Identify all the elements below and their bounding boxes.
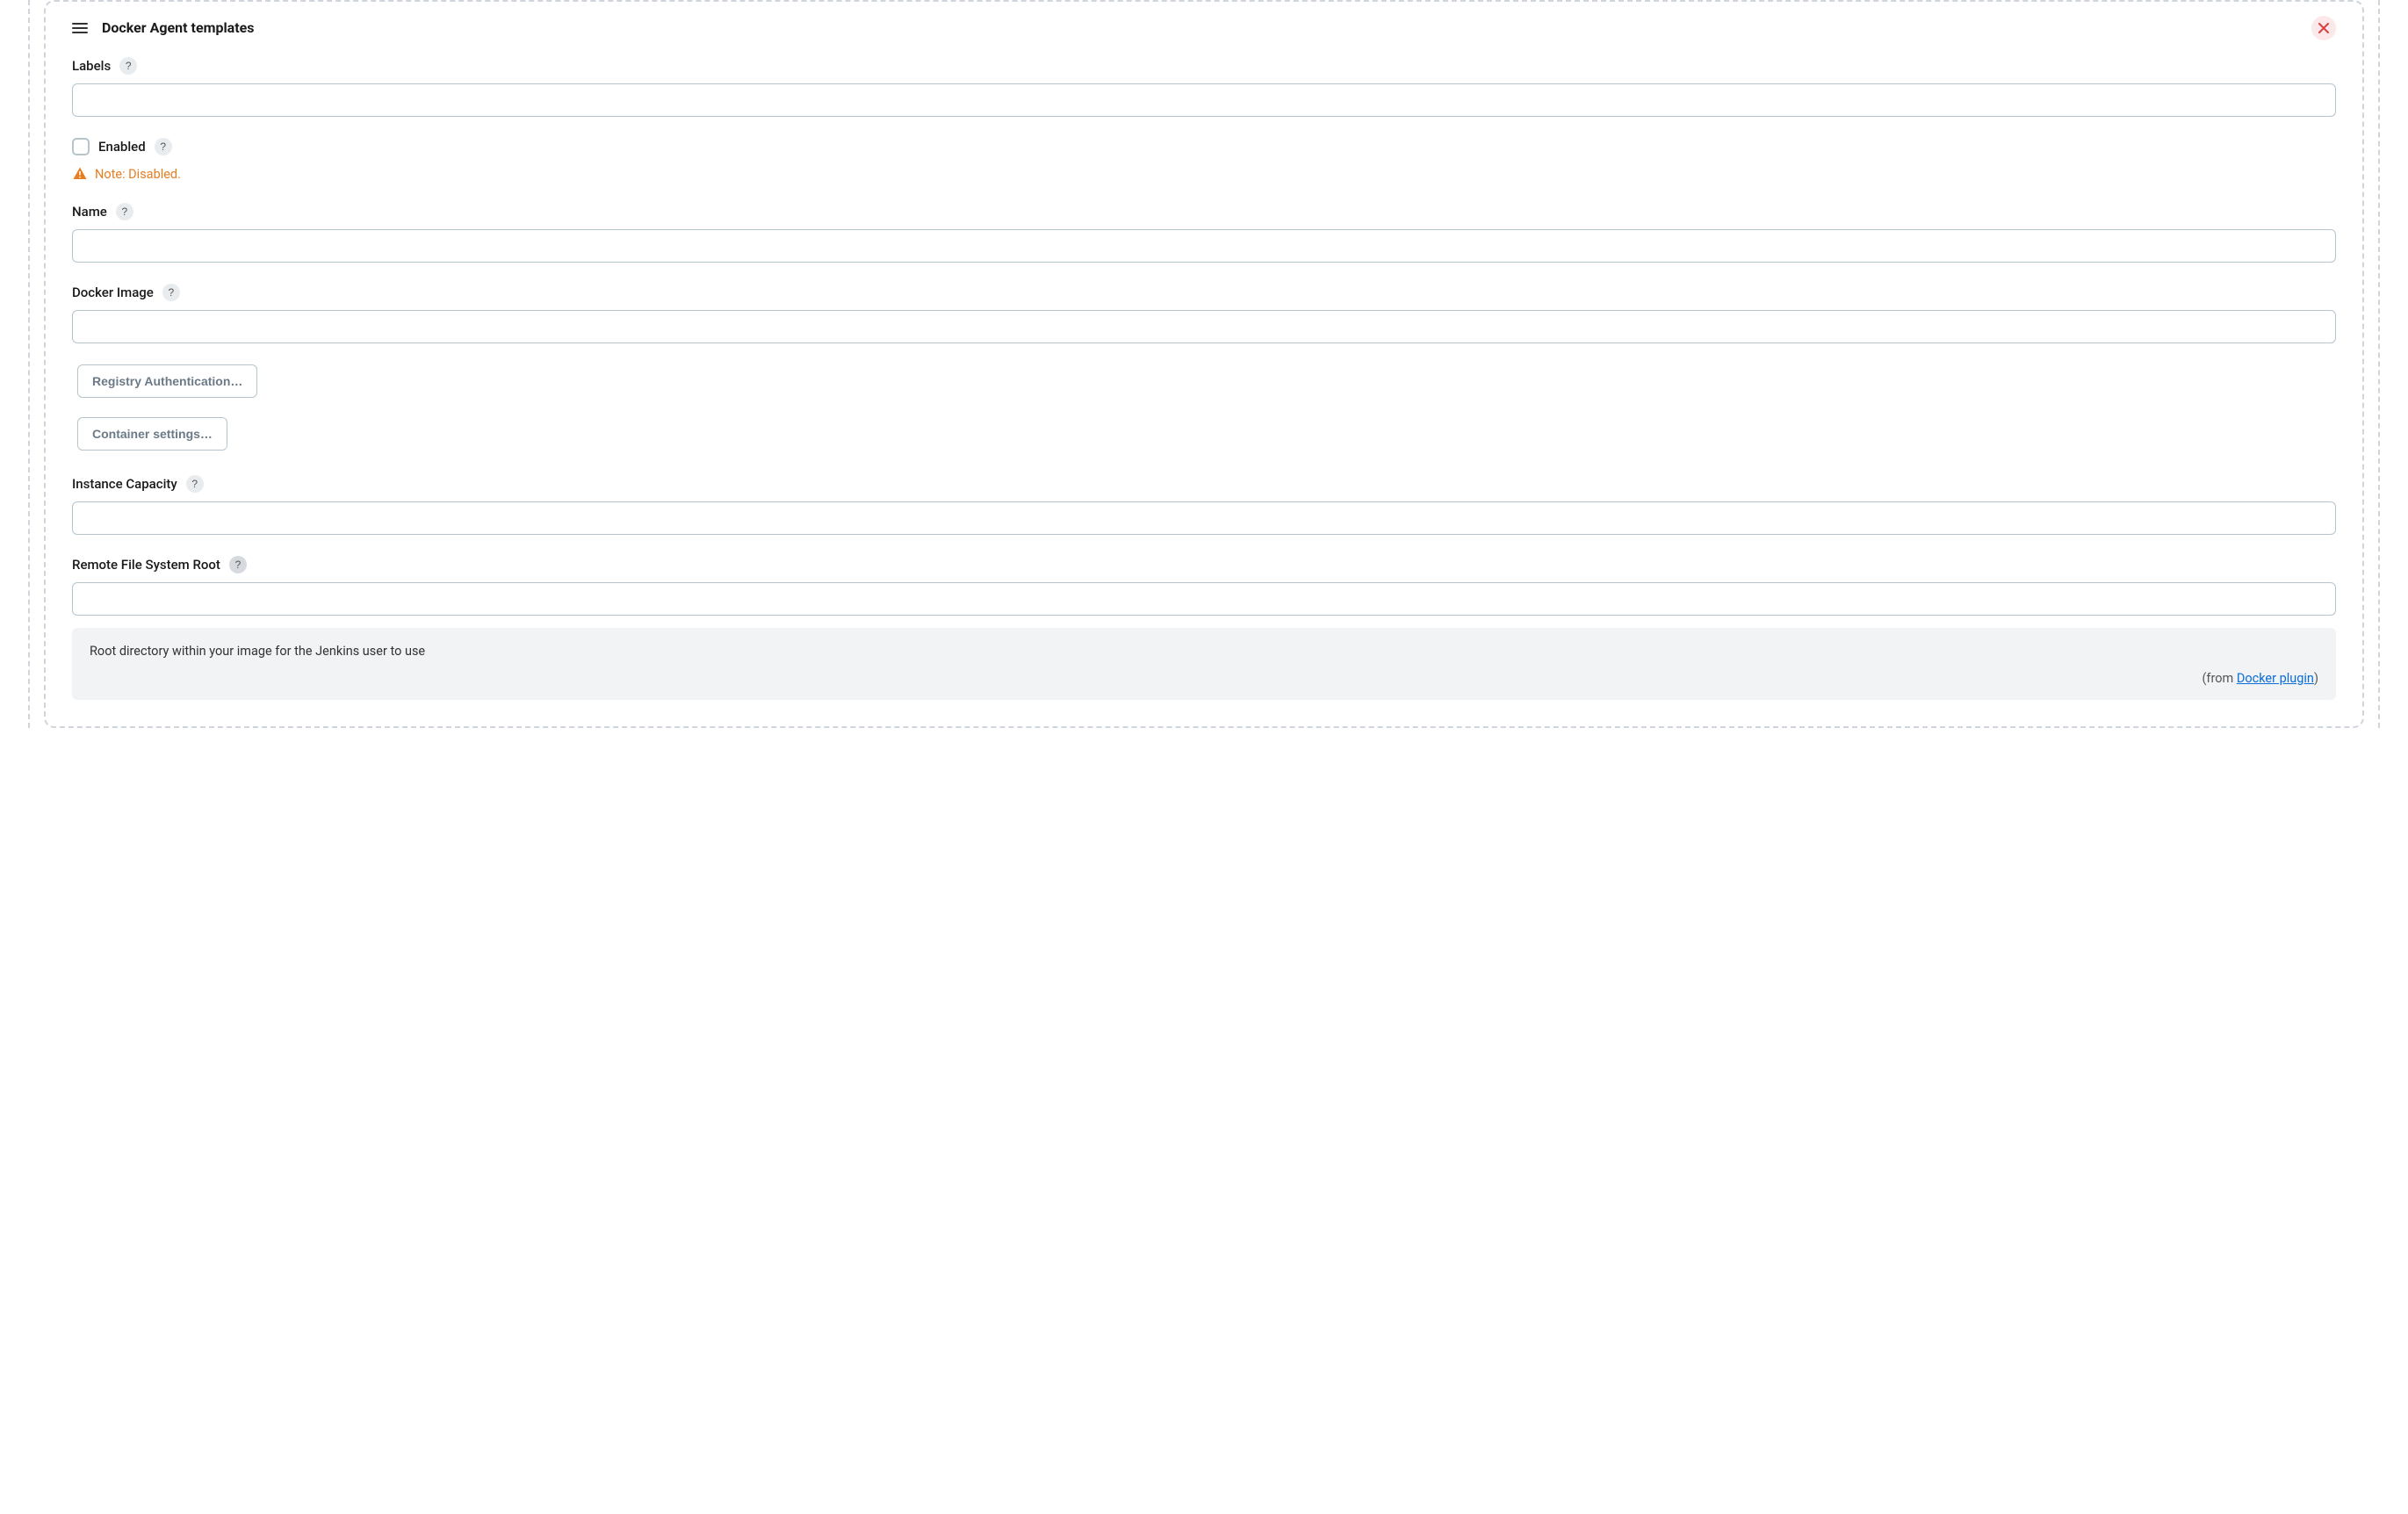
enabled-warning-text: Note: Disabled. [95,167,181,182]
instance-capacity-label: Instance Capacity [72,476,177,492]
registry-authentication-button[interactable]: Registry Authentication… [77,364,257,398]
name-label: Name [72,204,107,220]
docker-image-input[interactable] [72,310,2336,343]
enabled-warning: Note: Disabled. [72,166,2336,182]
container-settings-button[interactable]: Container settings… [77,417,227,451]
docker-image-help-icon[interactable]: ? [162,284,180,301]
remote-fs-root-label: Remote File System Root [72,557,220,573]
help-footer: (from Docker plugin) [90,671,2318,686]
instance-capacity-row: Instance Capacity ? [72,475,2336,535]
remote-fs-root-help-icon[interactable]: ? [229,556,247,573]
warning-icon [72,166,88,182]
help-text: Root directory within your image for the… [90,644,2318,659]
labels-help-icon[interactable]: ? [119,57,137,75]
labels-label: Labels [72,58,111,74]
panel-header: Docker Agent templates [72,19,2336,36]
drag-handle-icon[interactable] [72,23,88,33]
remote-fs-root-help-box: Root directory within your image for the… [72,628,2336,700]
docker-image-label: Docker Image [72,285,154,300]
instance-capacity-help-icon[interactable]: ? [186,475,204,493]
remote-fs-root-input[interactable] [72,582,2336,616]
instance-capacity-input[interactable] [72,501,2336,535]
name-row: Name ? [72,203,2336,263]
docker-image-row: Docker Image ? [72,284,2336,343]
name-help-icon[interactable]: ? [116,203,133,220]
docker-plugin-link[interactable]: Docker plugin [2237,671,2314,686]
enabled-label: Enabled [98,139,146,155]
close-icon [2318,23,2329,33]
labels-input[interactable] [72,83,2336,117]
name-input[interactable] [72,229,2336,263]
labels-row: Labels ? [72,57,2336,117]
enabled-row: Enabled ? Note: Disabled. [72,138,2336,182]
panel-title: Docker Agent templates [102,19,255,36]
remote-fs-root-row: Remote File System Root ? [72,556,2336,616]
enabled-checkbox[interactable] [72,138,90,155]
enabled-help-icon[interactable]: ? [155,138,172,155]
docker-agent-template-panel: Docker Agent templates Labels ? [44,0,2364,728]
close-button[interactable] [2311,16,2336,40]
